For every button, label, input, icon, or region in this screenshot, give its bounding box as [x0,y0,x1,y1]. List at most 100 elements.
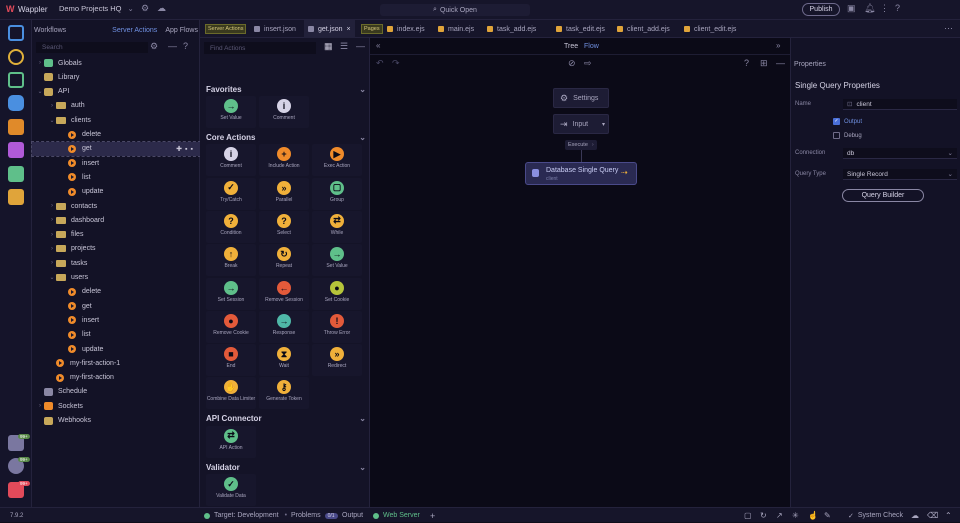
tree-item[interactable]: ⌄ API [32,85,200,99]
more-tabs-icon[interactable]: ⋯ [944,23,953,34]
git-icon[interactable] [8,49,24,65]
redo-icon[interactable]: ↷ [392,58,400,69]
query-type-select[interactable]: Single Record ⌄ [843,169,957,180]
undo-icon[interactable]: ↶ [376,58,384,69]
minimize-icon[interactable]: — [776,58,785,68]
chevron-down-icon[interactable]: ⌄ [36,88,44,95]
flow-canvas[interactable]: « Tree Flow » ↶ ↷ ⊘ ⇨ ? ⊞ — ⚙ Settings ⇥… [370,38,790,507]
action-tile[interactable]: ? Condition [206,210,256,243]
chevron-right-icon[interactable]: › [36,403,44,409]
bell-icon[interactable]: 🔔︎ [864,3,875,14]
publish-button[interactable]: Publish [802,3,840,16]
editor-tab[interactable]: get.json × [304,20,355,38]
output-button[interactable]: Output [342,508,363,523]
tree-item[interactable]: delete [32,285,200,299]
action-tile[interactable]: ■ End [206,344,256,377]
action-tile[interactable]: → Set Session [206,277,256,310]
trash-icon[interactable]: ⌫ [927,508,938,523]
action-tile[interactable]: + Include Action [259,144,309,177]
tree-item[interactable]: update [32,185,200,199]
pages-icon[interactable] [8,25,24,41]
thumbs-up-icon[interactable]: ☝ [808,508,818,523]
tree-item[interactable]: list [32,328,200,342]
layout-icon[interactable]: ▣ [847,3,856,14]
close-tab-icon[interactable]: × [347,26,351,33]
tree-item[interactable]: Webhooks [32,414,200,428]
tree-item[interactable]: Library [32,70,200,84]
tree-item[interactable]: my-first-action-1 [32,356,200,370]
editor-tab[interactable]: task_edit.ejs [552,20,609,38]
action-tile[interactable]: → Response [259,310,309,343]
layout-icon[interactable]: ▢ [744,508,752,523]
action-tile[interactable]: i Comment [206,144,256,177]
action-tile[interactable]: ⧗ Wait [259,344,309,377]
row-tools-icons[interactable]: ✚▪▪ [176,145,196,153]
assets-icon[interactable] [8,142,24,158]
expand-left-icon[interactable]: « [376,41,380,50]
actions-section-header[interactable]: Core Actions ⌄ [206,131,366,143]
tree-item[interactable]: › auth [32,99,200,113]
chevron-right-icon[interactable]: › [48,103,56,109]
database-single-query-node[interactable]: Database Single Query client ⇢ [525,162,637,185]
cloud-off-icon[interactable]: ☁ [911,508,919,523]
chevron-down-icon[interactable]: ⌄ [48,117,56,124]
chevron-up-icon[interactable]: ⌃ [945,508,952,523]
resources-icon[interactable] [8,119,24,135]
tree-item[interactable]: › files [32,228,200,242]
help-icon[interactable]: ? [744,58,749,68]
editor-tab[interactable]: client_add.ejs [613,20,674,38]
database-icon[interactable] [8,95,24,111]
problems-button[interactable]: Problems 0/1 [291,508,338,523]
refresh-icon[interactable]: ↻ [760,508,767,523]
action-tile[interactable]: ✓ Validate Data [206,474,256,506]
target-selector[interactable]: Target: Development • [204,508,293,523]
editor-tab[interactable]: insert.json [250,20,300,38]
action-tile[interactable]: ↻ Repeat [259,244,309,277]
chevron-right-icon[interactable]: › [48,232,56,238]
editor-tab[interactable]: client_edit.ejs [680,20,740,38]
query-builder-button[interactable]: Query Builder [842,189,924,202]
expand-right-icon[interactable]: » [776,41,780,50]
chevron-right-icon[interactable]: › [48,203,56,209]
editor-tab[interactable]: main.ejs [434,20,478,38]
settings-gear-icon[interactable]: ⚙ [141,3,149,14]
tree-item[interactable]: get ✚▪▪ [31,140,201,157]
settings-node[interactable]: ⚙ Settings [553,88,609,108]
list-view-icon[interactable]: ☰ [340,41,348,52]
actions-section-header[interactable]: Validator ⌄ [206,461,366,473]
action-tile[interactable]: ✓ Try/Catch [206,177,256,210]
chevron-down-icon[interactable]: ⌄ [48,274,56,281]
tree-item[interactable]: › Globals [32,56,200,70]
tree-item[interactable]: ⌄ clients [32,113,200,127]
add-icon[interactable]: ⊞ [760,58,768,69]
tree-item[interactable]: insert [32,156,200,170]
tree-item[interactable]: insert [32,313,200,327]
action-tile[interactable]: ← Remove Session [259,277,309,310]
debug-checkbox[interactable]: Debug [833,132,862,139]
tree-view-tab[interactable]: Tree [564,43,578,50]
workflows-icon[interactable] [8,72,24,88]
action-tile[interactable]: ↑ Break [206,244,256,277]
action-tile[interactable]: ? Select [259,210,309,243]
quick-open-bar[interactable]: ⌕ Quick Open [380,4,530,16]
tree-item[interactable]: get [32,299,200,313]
connection-select[interactable]: db ⌄ [843,148,957,159]
tree-item[interactable]: › projects [32,242,200,256]
action-tile[interactable]: ● Remove Cookie [206,310,256,343]
action-tile[interactable]: ▶ Exec Action [312,144,362,177]
help-icon[interactable]: ? [183,41,188,51]
tree-item[interactable]: › Sockets [32,399,200,413]
block-icon[interactable]: ⊘ [568,58,576,69]
flow-view-tab[interactable]: Flow [584,43,599,50]
tab-server-actions[interactable]: Server Actions [112,27,157,34]
tab-app-flows[interactable]: App Flows [165,27,198,34]
layers-icon[interactable] [8,166,24,182]
robot-icon[interactable] [8,189,24,205]
search-input[interactable]: Search [36,42,148,53]
add-terminal-icon[interactable]: + [430,508,435,523]
action-tile[interactable]: ▢ Group [312,177,362,210]
tree-item[interactable]: delete [32,128,200,142]
tree-item[interactable]: ⌄ users [32,271,200,285]
cloud-icon[interactable]: ☁ [157,3,166,14]
tree-item[interactable]: › tasks [32,256,200,270]
